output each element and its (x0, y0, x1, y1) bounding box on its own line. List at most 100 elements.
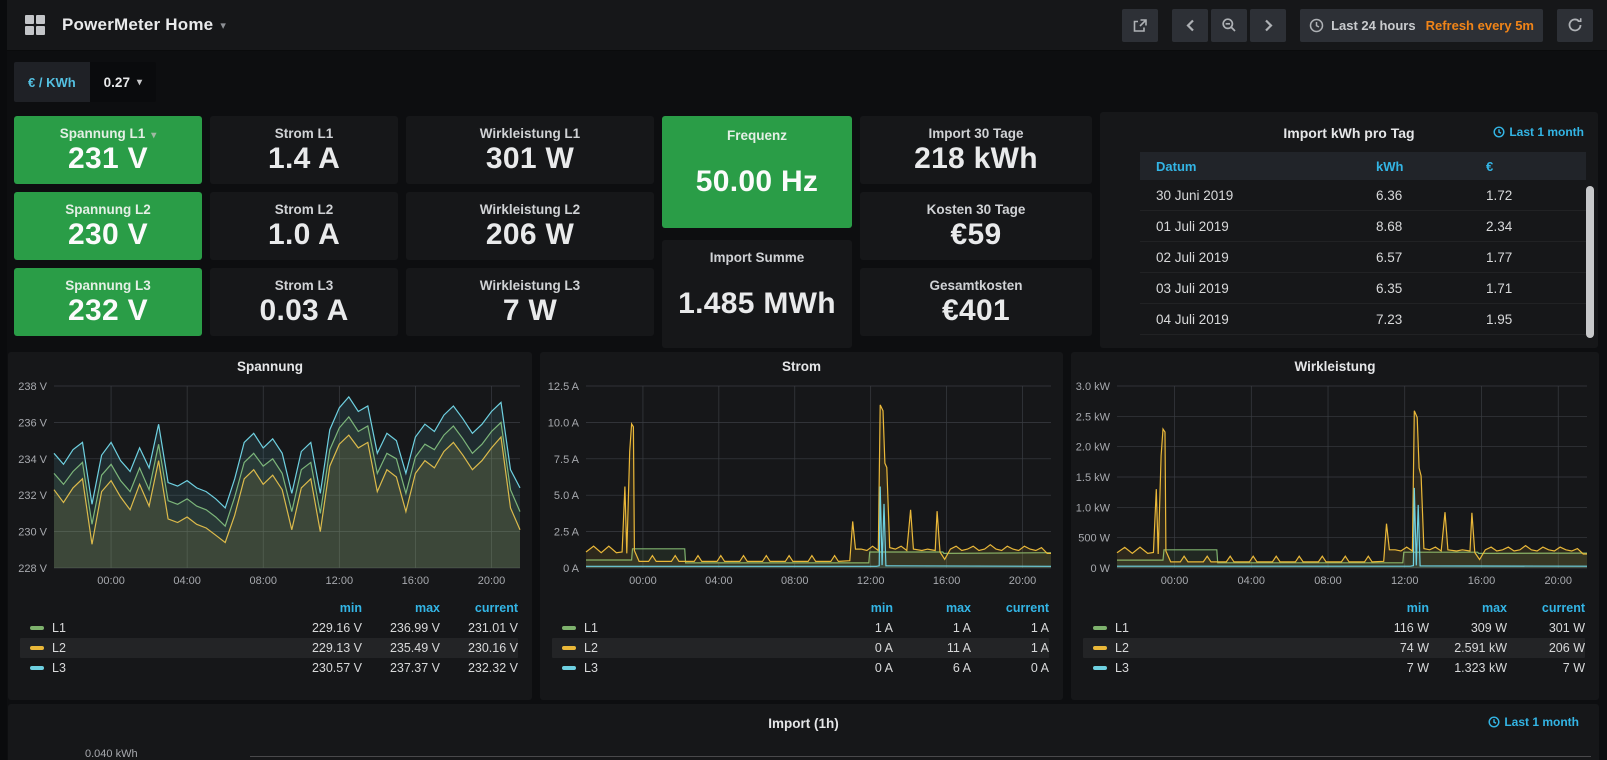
stat-value: 1.4 A (268, 142, 340, 176)
axis-tick-label: 00:00 (629, 575, 657, 587)
apps-grid-icon[interactable] (25, 15, 46, 36)
panel-title[interactable]: Strom (540, 352, 1063, 378)
panel-time-badge[interactable]: Last 1 month (1493, 125, 1584, 139)
chevron-down-icon[interactable]: ▾ (220, 19, 226, 32)
cell-kwh: 6.35 (1376, 281, 1486, 296)
variable-value-dropdown[interactable]: 0.27 ▾ (90, 62, 156, 102)
series-color-swatch[interactable] (562, 626, 576, 630)
stat-panel-spannung-l1[interactable]: Spannung L1▾ 231 V (14, 116, 202, 184)
legend-header-row: minmaxcurrent (1083, 601, 1585, 618)
stat-panel-import-30-tage[interactable]: Import 30 Tage 218 kWh (860, 116, 1092, 184)
share-button[interactable] (1122, 9, 1158, 42)
axis-tick-label: 12.5 A (548, 381, 580, 393)
panel-title[interactable]: Wirkleistung (1071, 352, 1599, 378)
graph-panel-spannung: Spannung 238 V236 V234 V232 V230 V228 V0… (8, 352, 532, 700)
stat-title: Frequenz (727, 128, 787, 143)
legend-stat-value: 1 A (971, 641, 1049, 655)
legend-series-L2[interactable]: L2229.13 V235.49 V230.16 V (20, 638, 518, 658)
panel-title[interactable]: Spannung (8, 352, 532, 378)
table-row: 30 Juni 2019 6.36 1.72 (1140, 180, 1586, 211)
stat-value: 301 W (486, 142, 574, 176)
series-color-swatch[interactable] (30, 646, 44, 650)
legend-series-L1[interactable]: L1116 W309 W301 W (1083, 618, 1585, 638)
table-scrollbar[interactable] (1586, 186, 1594, 338)
legend-stat-value: 116 W (1351, 621, 1429, 635)
stat-panel-wirkleistung-l3[interactable]: Wirkleistung L3 7 W (406, 268, 654, 336)
cell-datum: 04 Juli 2019 (1140, 312, 1376, 327)
axis-tick-label: 500 W (1078, 533, 1110, 545)
stat-panel-strom-l3[interactable]: Strom L3 0.03 A (210, 268, 398, 336)
clock-icon (1488, 716, 1500, 728)
series-color-swatch[interactable] (1093, 626, 1107, 630)
panel-time-badge[interactable]: Last 1 month (1488, 715, 1579, 729)
axis-tick-label: 3.0 kW (1076, 381, 1111, 393)
legend-stat-header: current (971, 601, 1049, 618)
stat-panel-spannung-l3[interactable]: Spannung L3 232 V (14, 268, 202, 336)
spannung-chart-canvas[interactable]: 238 V236 V234 V232 V230 V228 V00:0004:00… (8, 378, 532, 590)
legend-stat-value: 1 A (893, 621, 971, 635)
legend-stat-value: 230.16 V (440, 641, 518, 655)
cell-kwh: 6.36 (1376, 188, 1486, 203)
stat-panel-wirkleistung-l1[interactable]: Wirkleistung L1 301 W (406, 116, 654, 184)
stat-panel-gesamtkosten[interactable]: Gesamtkosten €401 (860, 268, 1092, 336)
share-icon (1132, 18, 1148, 33)
legend-series-L2[interactable]: L20 A11 A1 A (552, 638, 1049, 658)
table-panel-import-kwh-pro-tag: Import kWh pro Tag Last 1 month Datum kW… (1100, 112, 1598, 348)
chevron-right-icon (1264, 19, 1273, 32)
column-header-eur[interactable]: € (1486, 159, 1586, 174)
table-row: 04 Juli 2019 7.23 1.95 (1140, 304, 1586, 335)
column-header-kwh[interactable]: kWh (1376, 159, 1486, 174)
cell-datum: 03 Juli 2019 (1140, 281, 1376, 296)
axis-tick-label: 12:00 (326, 575, 354, 587)
legend-stat-header: max (1429, 601, 1507, 618)
legend-series-L2[interactable]: L274 W2.591 kW206 W (1083, 638, 1585, 658)
series-color-swatch[interactable] (30, 626, 44, 630)
wirkleistung-chart-canvas[interactable]: 3.0 kW2.5 kW2.0 kW1.5 kW1.0 kW500 W0 W00… (1071, 378, 1599, 590)
column-header-datum[interactable]: Datum (1140, 159, 1376, 174)
strom-chart-canvas[interactable]: 12.5 A10.0 A7.5 A5.0 A2.5 A0 A00:0004:00… (540, 378, 1063, 590)
series-color-swatch[interactable] (1093, 646, 1107, 650)
graph-panel-import-1h: Import (1h) Last 1 month 0.040 kWh (8, 704, 1599, 760)
stat-panel-import-summe[interactable]: Import Summe 1.485 MWh (662, 240, 852, 348)
axis-tick-label: 20:00 (1009, 575, 1037, 587)
refresh-button[interactable] (1557, 9, 1593, 42)
series-color-swatch[interactable] (30, 666, 44, 670)
stat-panel-kosten-30-tage[interactable]: Kosten 30 Tage €59 (860, 192, 1092, 260)
legend-stat-value: 1 A (815, 621, 893, 635)
legend-stat-value: 301 W (1507, 621, 1585, 635)
time-shift-right-button[interactable] (1250, 9, 1286, 42)
stat-value: 7 W (503, 294, 557, 328)
cell-datum: 01 Juli 2019 (1140, 219, 1376, 234)
legend-series-L1[interactable]: L11 A1 A1 A (552, 618, 1049, 638)
stat-panel-wirkleistung-l2[interactable]: Wirkleistung L2 206 W (406, 192, 654, 260)
legend-stat-header: max (893, 601, 971, 618)
chart-legend: minmaxcurrentL1229.16 V236.99 V231.01 VL… (8, 601, 532, 678)
legend-stat-value: 237.37 V (362, 661, 440, 675)
stat-panel-strom-l1[interactable]: Strom L1 1.4 A (210, 116, 398, 184)
legend-series-L1[interactable]: L1229.16 V236.99 V231.01 V (20, 618, 518, 638)
legend-series-L3[interactable]: L3230.57 V237.37 V232.32 V (20, 658, 518, 678)
axis-tick-label: 0.040 kWh (85, 748, 138, 760)
table-header-row: Datum kWh € (1140, 152, 1586, 180)
stat-value: 1.485 MWh (678, 287, 836, 321)
stat-panel-strom-l2[interactable]: Strom L2 1.0 A (210, 192, 398, 260)
legend-series-L3[interactable]: L30 A6 A0 A (552, 658, 1049, 678)
time-picker-button[interactable]: Last 24 hours Refresh every 5m (1300, 9, 1543, 42)
dashboard-title[interactable]: PowerMeter Home (62, 15, 213, 35)
axis-tick-label: 08:00 (249, 575, 277, 587)
legend-series-L3[interactable]: L37 W1.323 kW7 W (1083, 658, 1585, 678)
axis-tick-label: 16:00 (402, 575, 430, 587)
axis-tick-label: 7.5 A (554, 454, 580, 466)
zoom-out-button[interactable] (1211, 9, 1247, 42)
panel-title[interactable]: Import (1h) (8, 704, 1599, 731)
legend-stat-header: current (1507, 601, 1585, 618)
cell-kwh: 6.57 (1376, 250, 1486, 265)
time-shift-left-button[interactable] (1172, 9, 1208, 42)
series-color-swatch[interactable] (1093, 666, 1107, 670)
panel-menu-caret-icon[interactable]: ▾ (151, 130, 156, 141)
stat-panel-frequenz[interactable]: Frequenz 50.00 Hz (662, 116, 852, 228)
series-color-swatch[interactable] (562, 646, 576, 650)
stat-panel-spannung-l2[interactable]: Spannung L2 230 V (14, 192, 202, 260)
series-color-swatch[interactable] (562, 666, 576, 670)
sidebar-strip[interactable] (0, 0, 7, 760)
